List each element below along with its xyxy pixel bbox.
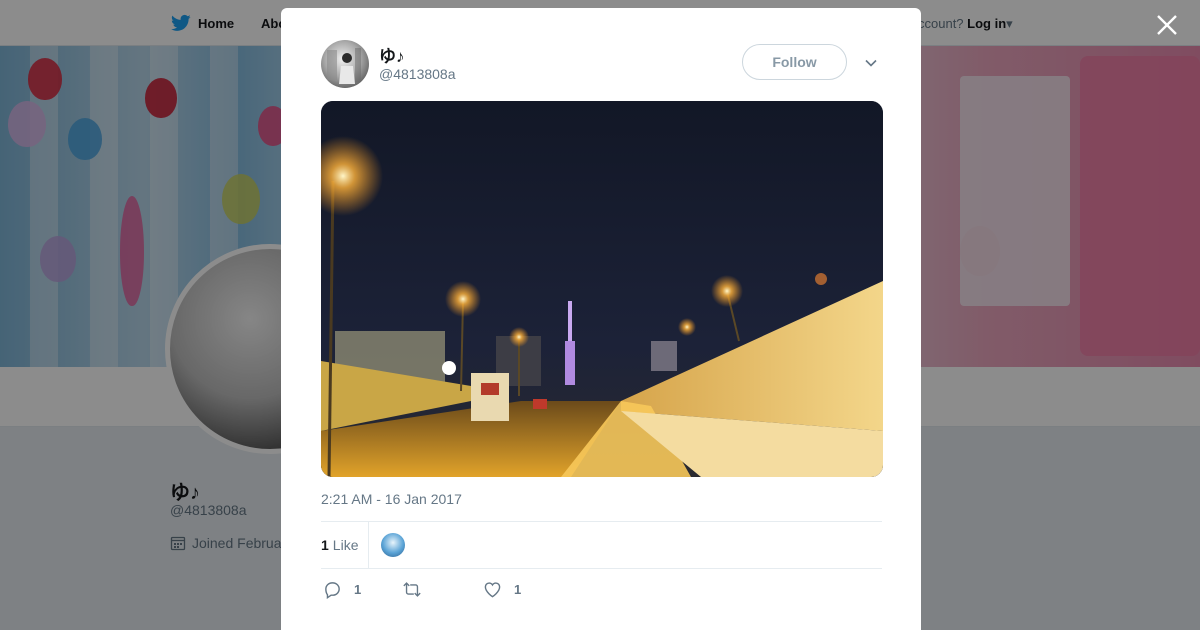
liker-avatar[interactable] — [381, 533, 405, 557]
reply-count: 1 — [354, 582, 362, 597]
author-avatar[interactable] — [321, 40, 369, 88]
tweet-timestamp[interactable]: 2:21 AM - 16 Jan 2017 — [321, 491, 462, 507]
author-name[interactable]: ゆ♪ — [379, 42, 405, 67]
like-label: Like — [332, 537, 359, 553]
tweet-photo[interactable] — [321, 101, 883, 477]
retweet-icon — [403, 582, 421, 597]
tweet-modal: ゆ♪ @4813808a Follow 2:21 AM - 16 Jan 201… — [281, 8, 921, 630]
follow-button[interactable]: Follow — [742, 44, 847, 80]
tweet-stats: 1 Like — [321, 521, 882, 569]
author-handle[interactable]: @4813808a — [379, 66, 456, 82]
like-button[interactable]: 1 — [483, 580, 521, 599]
like-count: 1 — [321, 537, 329, 553]
chevron-down-icon[interactable] — [864, 56, 878, 70]
reply-button[interactable]: 1 — [323, 580, 361, 599]
reply-icon — [325, 582, 340, 599]
likes-count-link[interactable]: 1 Like — [321, 522, 369, 568]
retweet-button[interactable] — [402, 580, 422, 599]
close-icon[interactable] — [1154, 12, 1180, 38]
favorite-count: 1 — [514, 582, 522, 597]
heart-icon — [484, 582, 501, 598]
